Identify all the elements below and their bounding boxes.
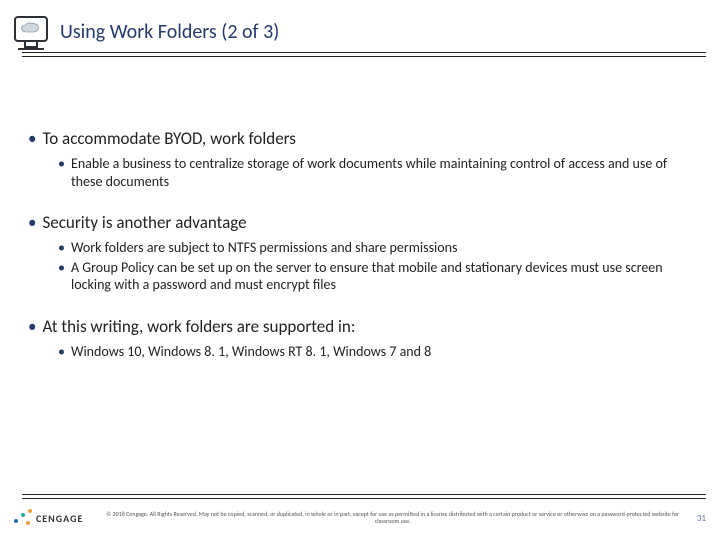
copyright-text: © 2018 Cengage. All Rights Reserved. May… bbox=[97, 511, 688, 525]
bullet-dot: • bbox=[28, 316, 36, 337]
slide: Using Work Folders (2 of 3) • To accommo… bbox=[0, 0, 720, 540]
bullet-level1: • At this writing, work folders are supp… bbox=[28, 316, 700, 337]
bullet-text: At this writing, work folders are suppor… bbox=[42, 316, 355, 337]
bullet-dot: • bbox=[28, 128, 36, 149]
bullet-level2: • Work folders are subject to NTFS permi… bbox=[58, 239, 700, 257]
bullet-group: • Security is another advantage • Work f… bbox=[28, 212, 700, 294]
logo-text: CENGAGE bbox=[36, 512, 83, 525]
bullet-group: • To accommodate BYOD, work folders • En… bbox=[28, 128, 700, 190]
bullet-text: Work folders are subject to NTFS permiss… bbox=[71, 239, 458, 257]
cengage-logo: CENGAGE bbox=[14, 509, 83, 527]
header-divider bbox=[22, 52, 706, 58]
bullet-text: Enable a business to centralize storage … bbox=[71, 155, 700, 190]
bullet-dot: • bbox=[58, 239, 65, 257]
logo-mark-icon bbox=[14, 509, 32, 527]
bullet-dot: • bbox=[58, 155, 65, 190]
cloud-monitor-icon bbox=[14, 16, 48, 42]
slide-title: Using Work Folders (2 of 3) bbox=[60, 20, 279, 44]
slide-body: • To accommodate BYOD, work folders • En… bbox=[28, 128, 700, 382]
slide-header: Using Work Folders (2 of 3) bbox=[0, 0, 720, 64]
bullet-group: • At this writing, work folders are supp… bbox=[28, 316, 700, 361]
bullet-level1: • Security is another advantage bbox=[28, 212, 700, 233]
bullet-text: To accommodate BYOD, work folders bbox=[42, 128, 295, 149]
bullet-dot: • bbox=[28, 212, 36, 233]
monitor-base bbox=[18, 48, 44, 50]
bullet-text: Security is another advantage bbox=[42, 212, 246, 233]
bullet-dot: • bbox=[58, 343, 65, 361]
bullet-text: Windows 10, Windows 8. 1, Windows RT 8. … bbox=[71, 343, 431, 361]
bullet-text: A Group Policy can be set up on the serv… bbox=[71, 259, 700, 294]
bullet-level1: • To accommodate BYOD, work folders bbox=[28, 128, 700, 149]
bullet-level2: • Windows 10, Windows 8. 1, Windows RT 8… bbox=[58, 343, 700, 361]
bullet-level2: • Enable a business to centralize storag… bbox=[58, 155, 700, 190]
slide-footer: CENGAGE © 2018 Cengage. All Rights Reser… bbox=[14, 504, 706, 532]
bullet-dot: • bbox=[58, 259, 65, 294]
footer-divider bbox=[22, 494, 706, 500]
page-number: 31 bbox=[688, 513, 706, 524]
bullet-level2: • A Group Policy can be set up on the se… bbox=[58, 259, 700, 294]
